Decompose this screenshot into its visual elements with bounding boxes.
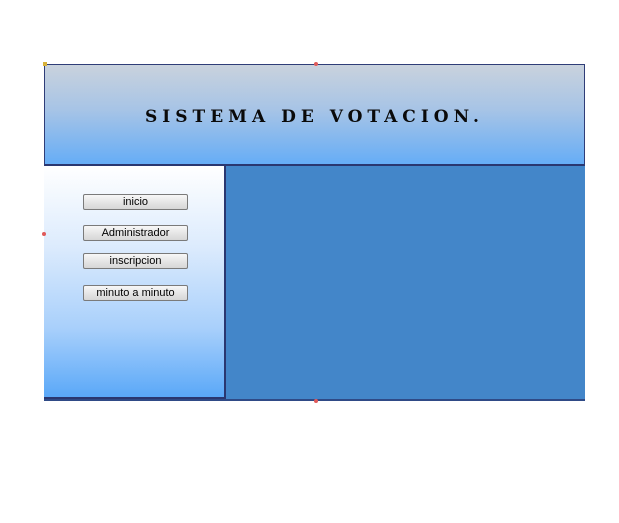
resize-handle-bottom[interactable] [314, 399, 318, 403]
resize-handle-top[interactable] [314, 62, 318, 66]
voting-app-window: SISTEMA DE VOTACION. inicio Administrado… [44, 64, 585, 401]
administrador-button[interactable]: Administrador [83, 225, 188, 241]
minuto-a-minuto-button[interactable]: minuto a minuto [83, 285, 188, 301]
inicio-button[interactable]: inicio [83, 194, 188, 210]
sidebar-menu: inicio Administrador inscripcion minuto … [44, 166, 226, 399]
corner-selection-marker [43, 62, 47, 66]
resize-handle-left[interactable] [42, 232, 46, 236]
inscripcion-button[interactable]: inscripcion [83, 253, 188, 269]
app-header: SISTEMA DE VOTACION. [44, 64, 585, 166]
app-title: SISTEMA DE VOTACION. [145, 106, 484, 127]
main-content-panel [226, 166, 585, 399]
